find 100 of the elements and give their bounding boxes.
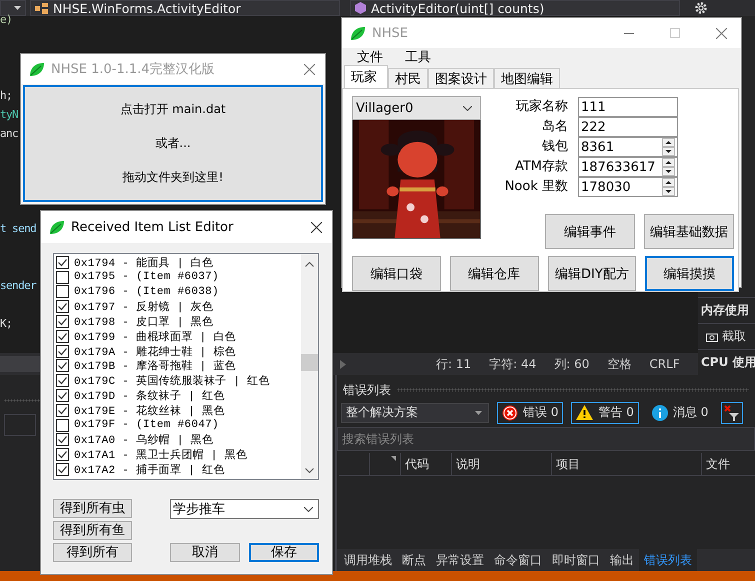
item-label[interactable]: 0x1798 - 皮口罩 | 黑色 (74, 314, 214, 330)
scroll-up-icon[interactable] (305, 261, 314, 267)
code-text: tyN (0, 108, 18, 121)
checkbox[interactable] (56, 330, 69, 343)
instruction-text: 拖动文件夹到这里! (122, 168, 224, 186)
checkbox[interactable] (56, 404, 69, 417)
action-button[interactable]: 编辑事件 (545, 214, 635, 249)
item-label[interactable]: 0x179D - 条纹袜子 | 红色 (74, 388, 225, 404)
action-button[interactable]: 编辑基础数据 (644, 214, 734, 249)
panel-tab[interactable]: 输出 (605, 549, 639, 571)
checkbox[interactable] (56, 374, 69, 388)
tab[interactable]: 村民 (388, 68, 428, 88)
checkbox[interactable] (56, 315, 69, 328)
status-text: 行: 11 (436, 356, 472, 372)
filter-toggle-button[interactable] (721, 402, 744, 424)
column-header[interactable]: 项目 (552, 453, 702, 475)
item-dropdown[interactable]: 学步推车 (170, 499, 319, 519)
diagnostics-item[interactable]: 内存使用 (698, 297, 755, 323)
tab[interactable]: 地图编辑 (494, 68, 560, 88)
window-title: Received Item List Editor (71, 220, 234, 234)
field-label: 岛名 (541, 118, 568, 136)
panel-tab[interactable]: 命令窗口 (489, 549, 547, 571)
instruction-text: 点击打开 main.dat (120, 101, 226, 118)
scroll-right-icon[interactable] (340, 360, 346, 368)
scope-dropdown[interactable]: 整个解决方案 (341, 402, 489, 422)
panel-tab[interactable]: 异常设置 (431, 549, 489, 571)
column-header[interactable]: 说明 (452, 453, 552, 475)
settings-icon[interactable] (694, 1, 708, 15)
code-text: e) (0, 13, 12, 26)
checkbox[interactable] (56, 256, 69, 269)
item-label[interactable]: 0x17A0 - 乌纱帽 | 黑色 (74, 432, 214, 448)
item-label[interactable]: 0x1799 - 曲棍球面罩 | 白色 (74, 328, 236, 344)
checkbox[interactable] (56, 418, 69, 432)
vertical-scrollbar[interactable] (301, 254, 318, 479)
dialog-button[interactable]: 保存 (249, 543, 319, 562)
checkbox[interactable] (56, 270, 69, 284)
fill-button[interactable]: 得到所有虫 (53, 499, 132, 518)
panel-tab[interactable]: 即时窗口 (547, 549, 605, 571)
chevron-icon (304, 506, 313, 512)
checkbox[interactable] (56, 389, 69, 402)
field-label: Nook 里数 (504, 178, 568, 196)
checkbox[interactable] (56, 433, 69, 446)
panel-tab[interactable]: 断点 (397, 549, 431, 571)
spinner-arrows-icon[interactable] (662, 178, 675, 196)
item-label[interactable]: 0x179B - 摩洛哥拖鞋 | 蓝色 (74, 358, 236, 374)
checkbox[interactable] (56, 344, 69, 358)
status-text: 字符: 44 (489, 356, 536, 372)
item-label[interactable]: 0x1794 - 能面具 | 白色 (74, 254, 214, 270)
filter-button[interactable]: 消息 0 (646, 402, 714, 424)
input-field[interactable]: 8361 (578, 137, 678, 157)
scroll-thumb[interactable] (301, 354, 318, 371)
checkbox[interactable] (56, 300, 69, 314)
caret-icon (475, 410, 482, 414)
input-field[interactable]: 187633617 (578, 157, 678, 177)
project-dropdown[interactable] (0, 0, 26, 16)
input-field[interactable]: 178030 (578, 177, 678, 197)
spinner-arrows-icon[interactable] (662, 138, 675, 156)
menu-item[interactable]: 工具 (405, 48, 431, 66)
fill-button[interactable]: 得到所有 (53, 543, 132, 562)
tab[interactable]: 图案设计 (428, 68, 494, 88)
action-button[interactable]: 编辑DIY配方 (548, 256, 636, 291)
spinner-arrows-icon[interactable] (662, 158, 675, 176)
panel-tab[interactable]: 调用堆栈 (339, 549, 397, 571)
item-label[interactable]: 0x179A - 雕花绅士鞋 | 棕色 (74, 344, 236, 359)
fill-button[interactable]: 得到所有鱼 (53, 521, 132, 540)
scroll-down-icon[interactable] (305, 468, 314, 474)
window-title: NHSE 1.0-1.1.4完整汉化版 (51, 61, 215, 78)
item-label[interactable]: 0x1795 - (Item #6037) (74, 271, 219, 284)
checkbox[interactable] (56, 359, 69, 372)
dialog-button[interactable]: 取消 (170, 543, 240, 562)
checkbox[interactable] (56, 463, 69, 476)
action-button[interactable]: 编辑口袋 (352, 256, 441, 291)
action-button[interactable]: 编辑摸摸 (645, 256, 734, 291)
column-header[interactable]: 代码 (401, 453, 452, 475)
item-label[interactable]: 0x179F - (Item #6047) (74, 419, 219, 432)
search-field[interactable]: 搜索错误列表 (337, 427, 755, 451)
item-label[interactable]: 0x17A1 - 黑卫士兵团帽 | 黑色 (74, 447, 248, 462)
minimize-icon[interactable] (624, 32, 634, 34)
item-label[interactable]: 0x1797 - 反射镜 | 灰色 (74, 299, 214, 314)
member-dropdown[interactable]: ActivityEditor(uint[] counts) (350, 0, 680, 16)
checkbox[interactable] (56, 285, 69, 298)
villager-dropdown[interactable]: Villager0 (352, 96, 481, 120)
input-field[interactable]: 222 (578, 117, 678, 137)
class-dropdown[interactable]: NHSE.WinForms.ActivityEditor (30, 0, 340, 16)
item-label[interactable]: 0x179E - 花纹丝袜 | 黑色 (74, 402, 225, 418)
item-label[interactable]: 0x1796 - (Item #6038) (74, 286, 219, 298)
input-field[interactable]: 111 (578, 97, 678, 117)
menu-item[interactable]: 文件 (357, 48, 383, 66)
filter-button[interactable]: 警告 0 (571, 402, 639, 424)
action-button[interactable]: 编辑仓库 (450, 256, 538, 291)
open-file-button[interactable]: 点击打开 main.dat 或者... 拖动文件夹到这里! (23, 85, 323, 202)
item-label[interactable]: 0x179C - 英国传统服装袜子 | 红色 (74, 373, 270, 388)
close-icon[interactable] (311, 222, 322, 232)
tab[interactable]: 玩家 (344, 65, 388, 88)
panel-tab[interactable]: 错误列表 (639, 549, 697, 571)
column-header[interactable]: 文件 (702, 453, 755, 475)
checkbox[interactable] (56, 448, 69, 462)
item-label[interactable]: 0x17A2 - 捕手面罩 | 红色 (74, 462, 225, 478)
filter-button[interactable]: 错误 0 (497, 402, 564, 424)
diagnostics-item[interactable]: 截取 (698, 323, 755, 349)
